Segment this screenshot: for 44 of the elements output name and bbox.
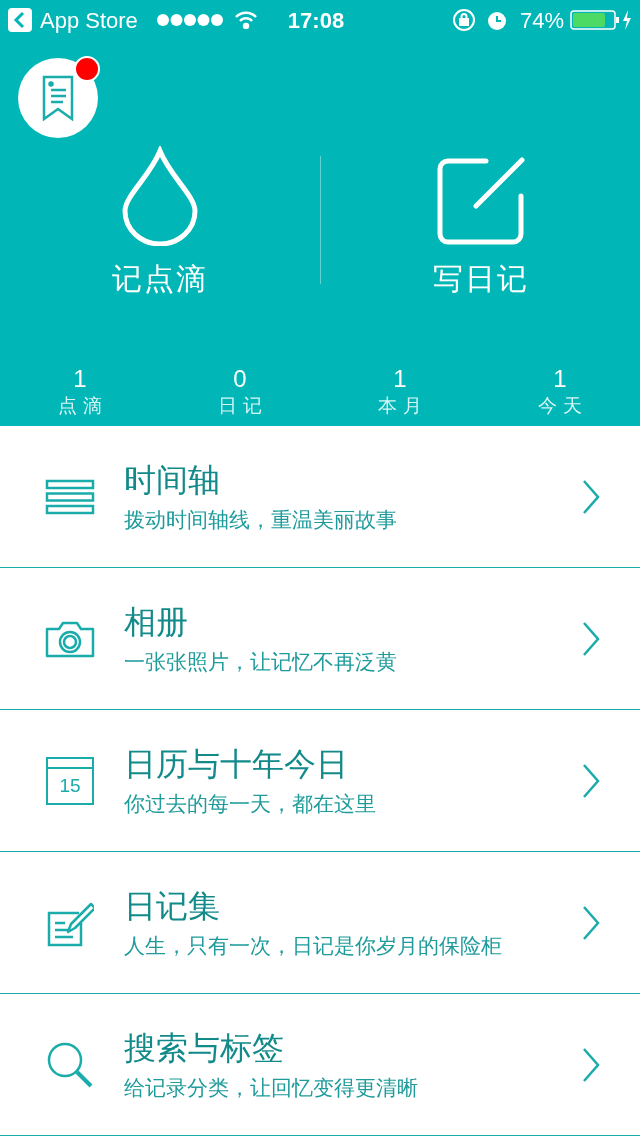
menu-title: 相册 bbox=[124, 602, 189, 642]
stat-value: 1 bbox=[73, 364, 87, 394]
menu-title: 时间轴 bbox=[124, 460, 221, 500]
stat-value: 0 bbox=[233, 364, 247, 394]
menu-subtitle: 给记录分类，让回忆变得更清晰 bbox=[124, 1074, 419, 1101]
menu-title: 日记集 bbox=[124, 886, 221, 926]
action-button[interactable]: 记点滴 bbox=[0, 146, 320, 294]
battery-icon bbox=[570, 9, 632, 31]
menu-row[interactable]: 时间轴 拨动时间轴线，重温美丽故事 bbox=[0, 426, 640, 568]
menu-row[interactable]: 日记集 人生，只有一次，日记是你岁月的保险柜 bbox=[0, 852, 640, 994]
bookmark-note-icon bbox=[42, 75, 74, 121]
chevron-right-icon bbox=[582, 1046, 600, 1083]
calendar-icon: 15 bbox=[46, 756, 94, 805]
menu-subtitle: 人生，只有一次，日记是你岁月的保险柜 bbox=[124, 932, 503, 959]
menu-title: 日历与十年今日 bbox=[124, 744, 349, 784]
edit-icon bbox=[435, 156, 526, 246]
wifi-icon bbox=[233, 11, 258, 29]
stat-label: 本 月 bbox=[378, 394, 422, 418]
chevron-right-icon bbox=[582, 762, 600, 799]
menu-row[interactable]: 15 日历与十年今日 你过去的每一天，都在这里 bbox=[0, 710, 640, 852]
menu-title: 搜索与标签 bbox=[124, 1028, 285, 1068]
chevron-right-icon bbox=[582, 478, 600, 515]
signal-icon bbox=[155, 13, 224, 27]
list-icon bbox=[45, 478, 95, 515]
back-icon[interactable] bbox=[8, 8, 32, 32]
menu-subtitle: 一张张照片，让记忆不再泛黄 bbox=[124, 648, 398, 675]
clock-time: 17:08 bbox=[287, 6, 345, 35]
stat-label: 今 天 bbox=[538, 394, 582, 418]
back-label[interactable]: App Store bbox=[40, 3, 138, 37]
action-button[interactable]: 写日记 bbox=[321, 146, 640, 294]
menu-row[interactable]: 搜索与标签 给记录分类，让回忆变得更清晰 bbox=[0, 994, 640, 1136]
rotation-lock-icon bbox=[451, 8, 476, 32]
stat-label: 点 滴 bbox=[58, 394, 102, 418]
stat-value: 1 bbox=[393, 364, 407, 394]
chevron-right-icon bbox=[582, 904, 600, 941]
battery-percent: 74% bbox=[519, 6, 564, 35]
menu-subtitle: 拨动时间轴线，重温美丽故事 bbox=[124, 506, 398, 533]
stat-label: 日 记 bbox=[218, 394, 262, 418]
alarm-icon bbox=[485, 9, 508, 31]
stat-value: 1 bbox=[553, 364, 567, 394]
menu-row[interactable]: 相册 一张张照片，让记忆不再泛黄 bbox=[0, 568, 640, 710]
drop-icon bbox=[120, 146, 200, 246]
menu-subtitle: 你过去的每一天，都在这里 bbox=[124, 790, 377, 817]
chevron-right-icon bbox=[582, 620, 600, 657]
